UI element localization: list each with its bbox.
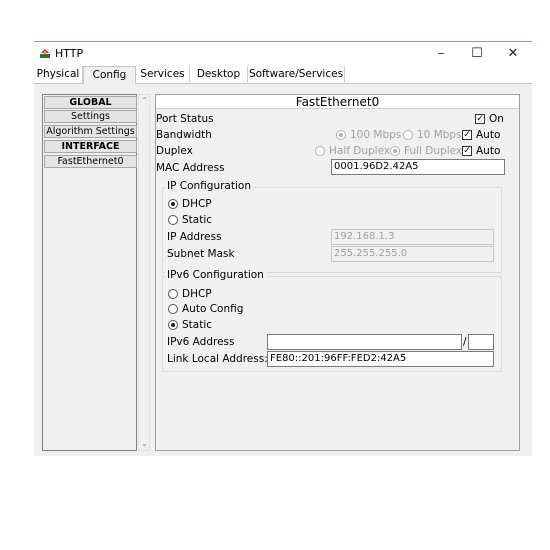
duplex-label: Duplex	[156, 145, 193, 157]
tab-services[interactable]: Services	[136, 66, 190, 84]
ipv6-config-title: IPv6 Configuration	[165, 269, 266, 281]
tab-bar: Physical Config Services Desktop Softwar…	[34, 66, 532, 85]
ip-config-title: IP Configuration	[165, 180, 253, 192]
ip-address-label: IP Address	[167, 231, 222, 243]
ipv6-prefix-separator: /	[463, 336, 467, 348]
port-status-checkbox[interactable]: ✓	[475, 114, 485, 124]
ip-static-label: Static	[182, 214, 213, 226]
ipv6-auto-config-label: Auto Config	[182, 303, 244, 315]
tab-config[interactable]: Config	[83, 66, 136, 85]
ipv6-prefix-field[interactable]	[468, 334, 494, 350]
scroll-down-icon[interactable]: ⌄	[139, 438, 150, 450]
duplex-half-label: Half Duplex	[329, 145, 391, 157]
port-status-on-label: On	[489, 113, 504, 125]
duplex-auto-label: Auto	[476, 145, 501, 157]
title-bar: HTTP – ☐ ✕	[34, 42, 532, 66]
tab-desktop[interactable]: Desktop	[190, 66, 248, 84]
duplex-auto-checkbox[interactable]: ✓	[462, 146, 472, 156]
subnet-mask-field[interactable]: 255.255.255.0	[331, 246, 494, 262]
close-button[interactable]: ✕	[498, 44, 528, 64]
window-title: HTTP	[55, 47, 84, 60]
minimize-button[interactable]: –	[426, 44, 456, 64]
link-local-field[interactable]: FE80::201:96FF:FED2:42A5	[267, 351, 494, 367]
ipv6-address-field[interactable]	[267, 334, 462, 350]
panel-title: FastEthernet0	[156, 95, 519, 109]
ipv6-address-label: IPv6 Address	[167, 336, 235, 348]
bandwidth-label: Bandwidth	[156, 129, 212, 141]
ipv6-static-label: Static	[182, 319, 213, 331]
sidebar-item-settings[interactable]: Settings	[44, 110, 137, 123]
ipv6-dhcp-label: DHCP	[182, 288, 212, 300]
ip-dhcp-label: DHCP	[182, 198, 212, 210]
config-sidebar: GLOBAL Settings Algorithm Settings INTER…	[42, 94, 137, 451]
sidebar-item-fastethernet0[interactable]: FastEthernet0	[44, 155, 137, 168]
tab-physical[interactable]: Physical	[34, 66, 83, 84]
port-status-label: Port Status	[156, 113, 214, 125]
sidebar-header-global: GLOBAL	[44, 96, 137, 109]
mac-address-field[interactable]: 0001.96D2.42A5	[331, 159, 505, 175]
sidebar-item-algorithm-settings[interactable]: Algorithm Settings	[44, 125, 137, 138]
sidebar-scrollbar[interactable]: ⌃ ⌄	[138, 94, 150, 451]
bandwidth-10-radio[interactable]	[403, 130, 413, 140]
http-window: HTTP – ☐ ✕ Physical Config Services Desk…	[34, 41, 532, 456]
ip-dhcp-radio[interactable]	[168, 199, 178, 209]
bandwidth-auto-checkbox[interactable]: ✓	[462, 130, 472, 140]
scroll-up-icon[interactable]: ⌃	[139, 95, 150, 107]
interface-panel: FastEthernet0 Port Status ✓ On Bandwidth…	[155, 94, 520, 451]
maximize-button[interactable]: ☐	[462, 44, 492, 64]
tab-software-services[interactable]: Software/Services	[248, 66, 345, 84]
sidebar-header-interface: INTERFACE	[44, 140, 137, 153]
ipv6-static-radio[interactable]	[168, 320, 178, 330]
duplex-half-radio[interactable]	[315, 146, 325, 156]
duplex-full-radio[interactable]	[390, 146, 400, 156]
ipv6-auto-config-radio[interactable]	[168, 304, 178, 314]
ipv6-dhcp-radio[interactable]	[168, 289, 178, 299]
ip-address-field[interactable]: 192.168.1.3	[331, 229, 494, 245]
bandwidth-100-radio[interactable]	[336, 130, 346, 140]
link-local-label: Link Local Address:	[167, 353, 268, 365]
mac-address-label: MAC Address	[156, 162, 225, 174]
router-icon	[40, 49, 50, 58]
duplex-full-label: Full Duplex	[404, 145, 463, 157]
bandwidth-auto-label: Auto	[476, 129, 501, 141]
bandwidth-100-label: 100 Mbps	[350, 129, 402, 141]
bandwidth-10-label: 10 Mbps	[417, 129, 462, 141]
subnet-mask-label: Subnet Mask	[167, 248, 235, 260]
ip-static-radio[interactable]	[168, 215, 178, 225]
